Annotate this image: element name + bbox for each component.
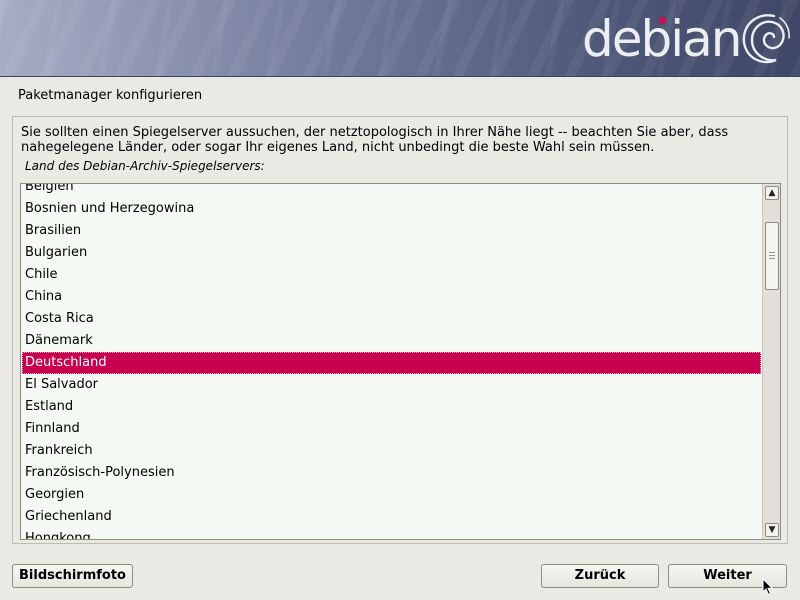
back-button[interactable]: Zurück [541,564,659,588]
list-item-selected[interactable]: Deutschland [22,352,761,374]
list-item[interactable]: El Salvador [21,374,763,396]
list-item[interactable]: Estland [21,396,763,418]
list-item[interactable]: Chile [21,264,763,286]
list-label: Land des Debian-Archiv-Spiegelservers: [25,159,265,173]
mouse-cursor-icon [762,578,774,596]
scroll-down-arrow-icon[interactable]: ▼ [765,523,779,537]
scroll-thumb[interactable] [765,222,779,290]
list-item[interactable]: Dänemark [21,330,763,352]
scroll-up-arrow-icon[interactable]: ▲ [765,186,779,200]
scroll-thumb-grip [769,252,775,253]
country-list-viewport: Belgien Bosnien und Herzegowina Brasilien B… [21,184,763,539]
country-list: Belgien Bosnien und Herzegowina Brasilien B… [21,184,763,539]
list-item[interactable]: Französisch-Polynesien [21,462,763,484]
banner-edge [0,76,800,77]
list-item[interactable]: Bulgarien [21,242,763,264]
debian-banner: debian [0,0,800,77]
question-text: Sie sollten einen Spiegelserver aussuche… [21,125,729,155]
list-item[interactable]: Brasilien [21,220,763,242]
scroll-thumb-grip [769,255,775,256]
list-item[interactable]: Griechenland [21,506,763,528]
list-item[interactable]: Bosnien und Herzegowina [21,198,763,220]
screenshot-button[interactable]: Bildschirmfoto [12,564,133,588]
page-title: Paketmanager konfigurieren [18,88,203,103]
debian-swirl-icon [742,14,790,64]
scroll-thumb-grip [769,258,775,259]
list-item[interactable]: Finnland [21,418,763,440]
list-item[interactable]: China [21,286,763,308]
list-item[interactable]: Frankreich [21,440,763,462]
list-item[interactable]: Costa Rica [21,308,763,330]
debian-logo-dot [659,17,666,24]
list-item[interactable]: Hongkong [21,528,763,539]
list-scrollbar[interactable]: ▲ ▼ [762,184,780,539]
list-item[interactable]: Georgien [21,484,763,506]
country-listbox[interactable]: Belgien Bosnien und Herzegowina Brasilien B… [20,183,781,540]
list-item[interactable]: Belgien [21,184,763,198]
